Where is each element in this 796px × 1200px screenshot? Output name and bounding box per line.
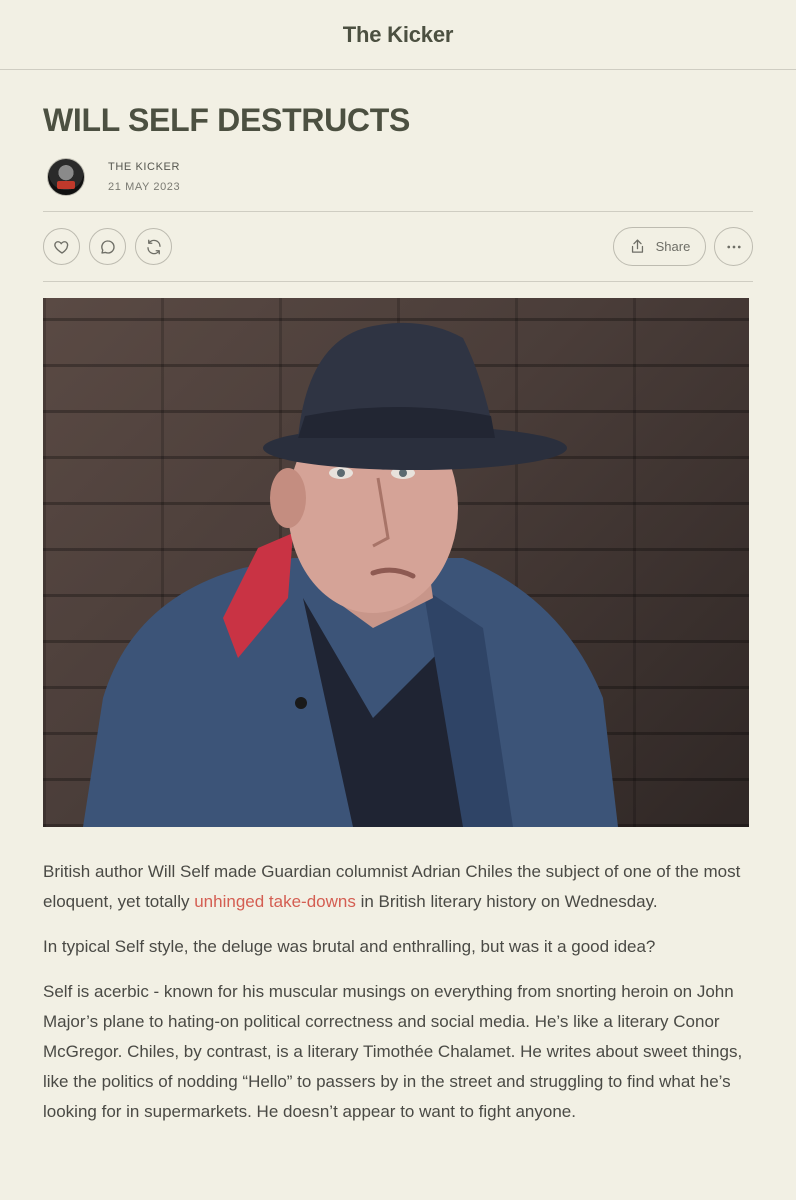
top-bar: The Kicker: [0, 0, 796, 70]
comment-button[interactable]: [89, 228, 126, 265]
byline: THE KICKER 21 MAY 2023: [43, 156, 753, 198]
like-button[interactable]: [43, 228, 80, 265]
action-bar: Share: [43, 212, 753, 281]
article-title: WILL SELF DESTRUCTS: [43, 102, 411, 138]
paragraph-1: British author Will Self made Guardian c…: [43, 857, 753, 917]
article-body: British author Will Self made Guardian c…: [43, 857, 753, 1127]
takedown-link[interactable]: unhinged take-downs: [194, 892, 356, 911]
share-label: Share: [655, 239, 691, 254]
byline-meta: THE KICKER 21 MAY 2023: [108, 159, 180, 195]
restack-icon: [146, 239, 161, 254]
heart-icon: [53, 240, 68, 254]
author-name[interactable]: THE KICKER: [108, 159, 180, 175]
hero-image: [43, 298, 749, 827]
article: WILL SELF DESTRUCTS THE KICKER 21 MAY 20…: [0, 100, 796, 1127]
more-icon: [726, 245, 741, 248]
restack-button[interactable]: [135, 228, 172, 265]
portrait-illustration: [83, 322, 618, 827]
paragraph-1-end: in British literary history on Wednesday…: [355, 892, 658, 911]
avatar-accent: [57, 181, 75, 189]
comment-icon: [100, 239, 115, 254]
paragraph-2: In typical Self style, the deluge was br…: [43, 937, 656, 956]
divider: [43, 281, 753, 282]
share-icon: [631, 239, 643, 253]
more-options-button[interactable]: [714, 227, 753, 266]
share-button[interactable]: Share: [613, 227, 706, 266]
post-date: 21 MAY 2023: [108, 181, 181, 193]
paragraph-3: Self is acerbic - known for his muscular…: [43, 982, 743, 1121]
publication-name[interactable]: The Kicker: [343, 22, 454, 48]
author-avatar[interactable]: [47, 158, 85, 196]
